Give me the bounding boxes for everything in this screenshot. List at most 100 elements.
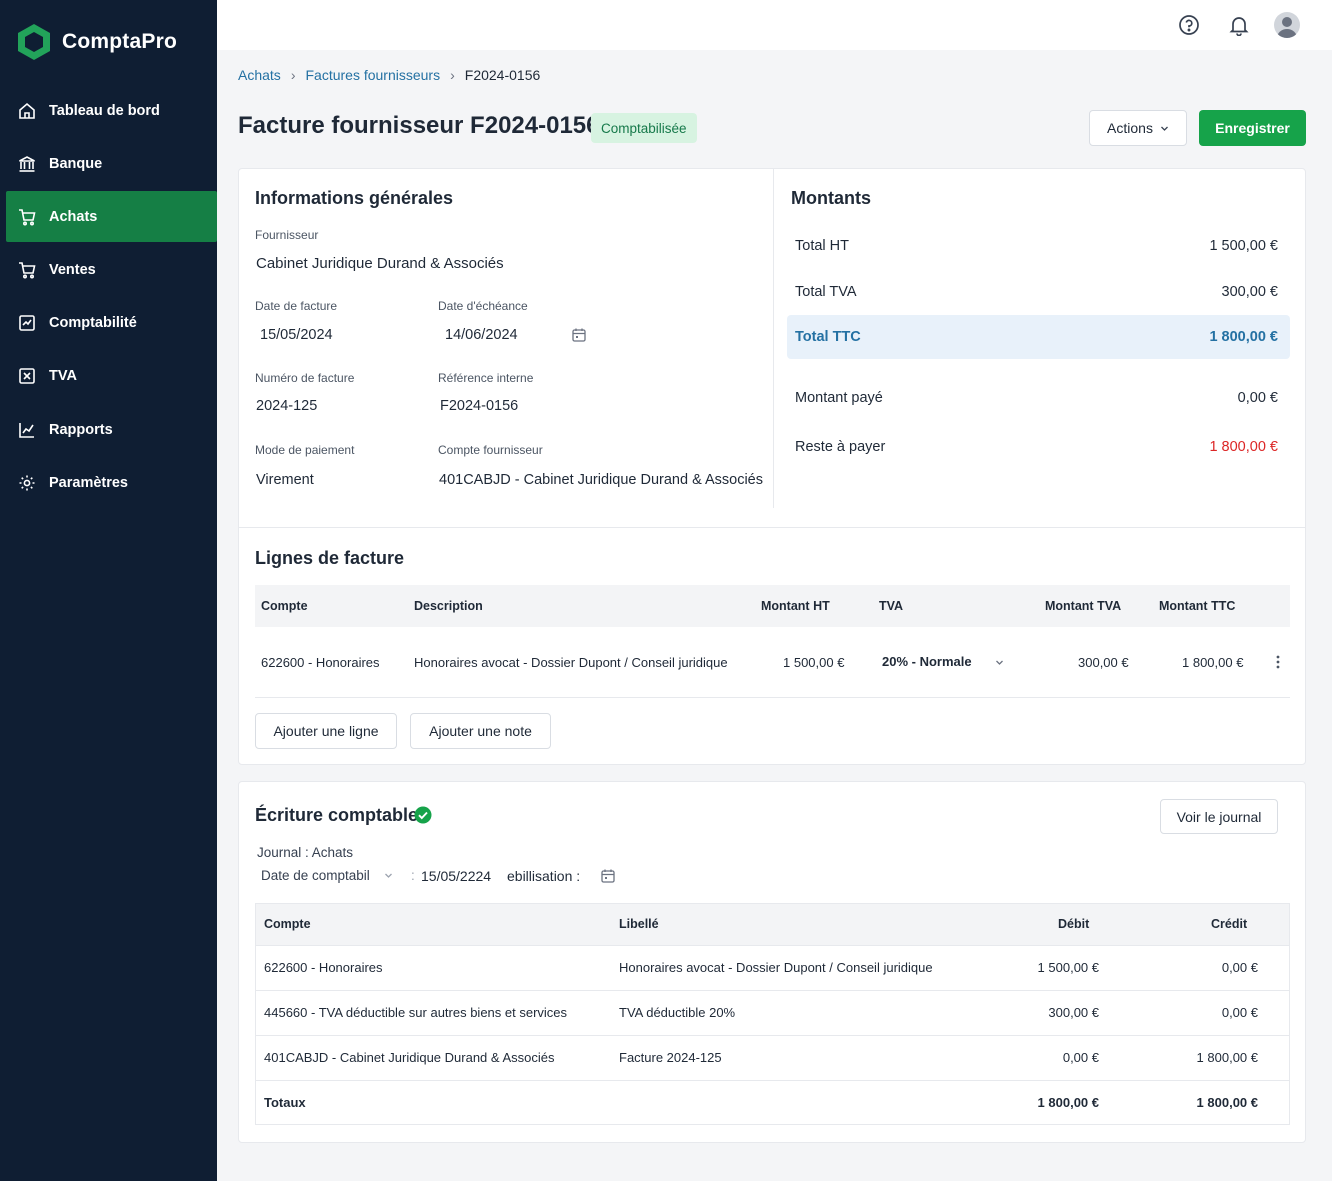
app-name: ComptaPro xyxy=(62,30,177,53)
page-title: Facture fournisseur F2024-0156 xyxy=(238,112,600,139)
sidebar-item-reports[interactable]: Rapports xyxy=(6,404,217,455)
line-amount-ht[interactable]: 1 500,00 € xyxy=(783,655,844,670)
gear-icon xyxy=(19,475,35,490)
sidebar-item-vat[interactable]: TVA xyxy=(6,350,217,401)
entry-credit: 0,00 € xyxy=(1221,960,1258,975)
divider xyxy=(256,1080,1289,1081)
due-date-label: Date d'échéance xyxy=(438,299,528,313)
sidebar-item-accounting[interactable]: Comptabilité xyxy=(6,297,217,348)
help-icon[interactable] xyxy=(1176,12,1202,38)
accounting-date-suffix: ebillisation : xyxy=(507,868,581,884)
amount-value: 0,00 € xyxy=(1237,390,1278,406)
chevron-down-icon xyxy=(1160,126,1168,131)
breadcrumb-supplier-invoices[interactable]: Factures fournisseurs xyxy=(305,67,440,83)
payment-mode-field[interactable]: Virement xyxy=(256,472,314,488)
entry-label: TVA déductible 20% xyxy=(619,1005,736,1020)
amount-row-total-ht: Total HT 1 500,00 € xyxy=(787,224,1290,268)
entry-account: 622600 - Honoraires xyxy=(264,960,383,975)
accounting-date-select[interactable]: Date de comptabil xyxy=(261,868,393,883)
col-debit: Débit xyxy=(1058,917,1090,931)
sidebar-item-label: Tableau de bord xyxy=(49,102,160,119)
invoice-date-field[interactable]: 15/05/2024 xyxy=(260,327,333,343)
cart-icon xyxy=(19,261,36,279)
bell-icon[interactable] xyxy=(1226,12,1252,38)
internal-ref-label: Référence interne xyxy=(438,371,534,385)
invoice-date-label: Date de facture xyxy=(255,299,338,313)
amount-value: 300,00 € xyxy=(1221,284,1278,300)
tva-rate-value: 20% - Normale xyxy=(882,654,972,669)
save-button[interactable]: Enregistrer xyxy=(1199,110,1306,146)
app-logo[interactable]: ComptaPro xyxy=(16,22,177,62)
sidebar-item-settings[interactable]: Paramètres xyxy=(6,457,217,508)
ledger-icon xyxy=(19,314,35,331)
amount-label: Total TTC xyxy=(795,329,861,345)
calendar-icon[interactable] xyxy=(600,868,616,884)
actions-label: Actions xyxy=(1107,120,1153,136)
divider xyxy=(256,1035,1289,1036)
lines-title: Lignes de facture xyxy=(255,548,405,568)
divider xyxy=(773,168,774,508)
invoice-number-label: Numéro de facture xyxy=(255,371,355,385)
accounting-date-label: Date de comptabil xyxy=(261,868,370,883)
divider xyxy=(256,990,1289,991)
amount-row-total-ttc: Total TTC 1 800,00 € xyxy=(787,315,1290,359)
internal-ref-field[interactable]: F2024-0156 xyxy=(440,398,518,414)
divider xyxy=(255,697,1290,698)
totals-label: Totaux xyxy=(264,1095,306,1110)
supplier-field[interactable]: Cabinet Juridique Durand & Associés xyxy=(256,255,504,272)
view-journal-button[interactable]: Voir le journal xyxy=(1160,799,1278,834)
field-separator: : xyxy=(411,868,415,883)
entry-debit: 0,00 € xyxy=(1062,1050,1099,1065)
breadcrumb: Achats › Factures fournisseurs › F2024-0… xyxy=(238,67,540,83)
amount-label: Total TVA xyxy=(795,284,857,300)
sidebar-item-label: Achats xyxy=(49,208,98,225)
divider xyxy=(256,945,1289,946)
entry-credit: 1 800,00 € xyxy=(1196,1050,1258,1065)
amount-due-value: 1 800,00 € xyxy=(1209,439,1278,455)
col-tva: TVA xyxy=(879,599,904,613)
invoice-number-field[interactable]: 2024-125 xyxy=(256,398,317,414)
sidebar-item-bank[interactable]: Banque xyxy=(6,138,217,189)
breadcrumb-purchases[interactable]: Achats xyxy=(238,67,281,83)
line-account[interactable]: 622600 - Honoraires xyxy=(261,655,380,670)
amount-row-remaining: Reste à payer 1 800,00 € xyxy=(787,425,1290,469)
user-icon xyxy=(1277,17,1297,38)
sidebar-item-label: Paramètres xyxy=(49,474,128,491)
chevron-right-icon: › xyxy=(290,67,296,83)
sidebar-item-purchases[interactable]: Achats xyxy=(6,191,217,242)
sidebar-item-label: Rapports xyxy=(49,421,113,438)
actions-dropdown-button[interactable]: Actions xyxy=(1089,110,1187,146)
add-note-button[interactable]: Ajouter une note xyxy=(410,713,551,749)
journal-text: Journal : Achats xyxy=(257,845,354,860)
amount-value: 1 800,00 € xyxy=(1209,329,1278,345)
supplier-account-field[interactable]: 401CABJD - Cabinet Juridique Durand & As… xyxy=(439,472,763,488)
amount-label: Reste à payer xyxy=(795,439,886,455)
sidebar: ComptaPro Tableau de bord Banque Achats … xyxy=(0,0,217,1181)
sidebar-item-dashboard[interactable]: Tableau de bord xyxy=(6,85,217,136)
sidebar-item-label: TVA xyxy=(49,367,77,384)
line-amount-ttc: 1 800,00 € xyxy=(1182,655,1244,670)
tva-rate-select[interactable]: 20% - Normale xyxy=(882,654,1008,669)
calendar-icon[interactable] xyxy=(571,327,587,343)
sidebar-item-sales[interactable]: Ventes xyxy=(6,244,217,295)
amount-row-paid: Montant payé 0,00 € xyxy=(787,376,1290,420)
more-vertical-icon[interactable] xyxy=(1273,654,1283,670)
amount-row-total-tva: Total TVA 300,00 € xyxy=(787,270,1290,314)
supplier-account-label: Compte fournisseur xyxy=(438,443,543,457)
totals-debit: 1 800,00 € xyxy=(1037,1095,1099,1110)
amount-label: Total HT xyxy=(795,238,849,254)
col-amount-ttc: Montant TTC xyxy=(1159,599,1236,613)
line-description[interactable]: Honoraires avocat - Dossier Dupont / Con… xyxy=(414,655,728,670)
totals-credit: 1 800,00 € xyxy=(1196,1095,1258,1110)
user-avatar[interactable] xyxy=(1274,12,1300,38)
entry-label: Facture 2024-125 xyxy=(619,1050,722,1065)
amounts-title: Montants xyxy=(791,188,871,208)
amount-label: Montant payé xyxy=(795,390,883,406)
add-line-button[interactable]: Ajouter une ligne xyxy=(255,713,397,749)
entry-account: 445660 - TVA déductible sur autres biens… xyxy=(264,1005,568,1020)
due-date-field[interactable]: 14/06/2024 xyxy=(445,327,518,343)
accounting-date-field[interactable]: 15/05/2224 xyxy=(421,868,491,884)
col-description: Description xyxy=(414,599,483,613)
col-label: Libellé xyxy=(619,917,659,931)
line-amount-tva: 300,00 € xyxy=(1078,655,1129,670)
